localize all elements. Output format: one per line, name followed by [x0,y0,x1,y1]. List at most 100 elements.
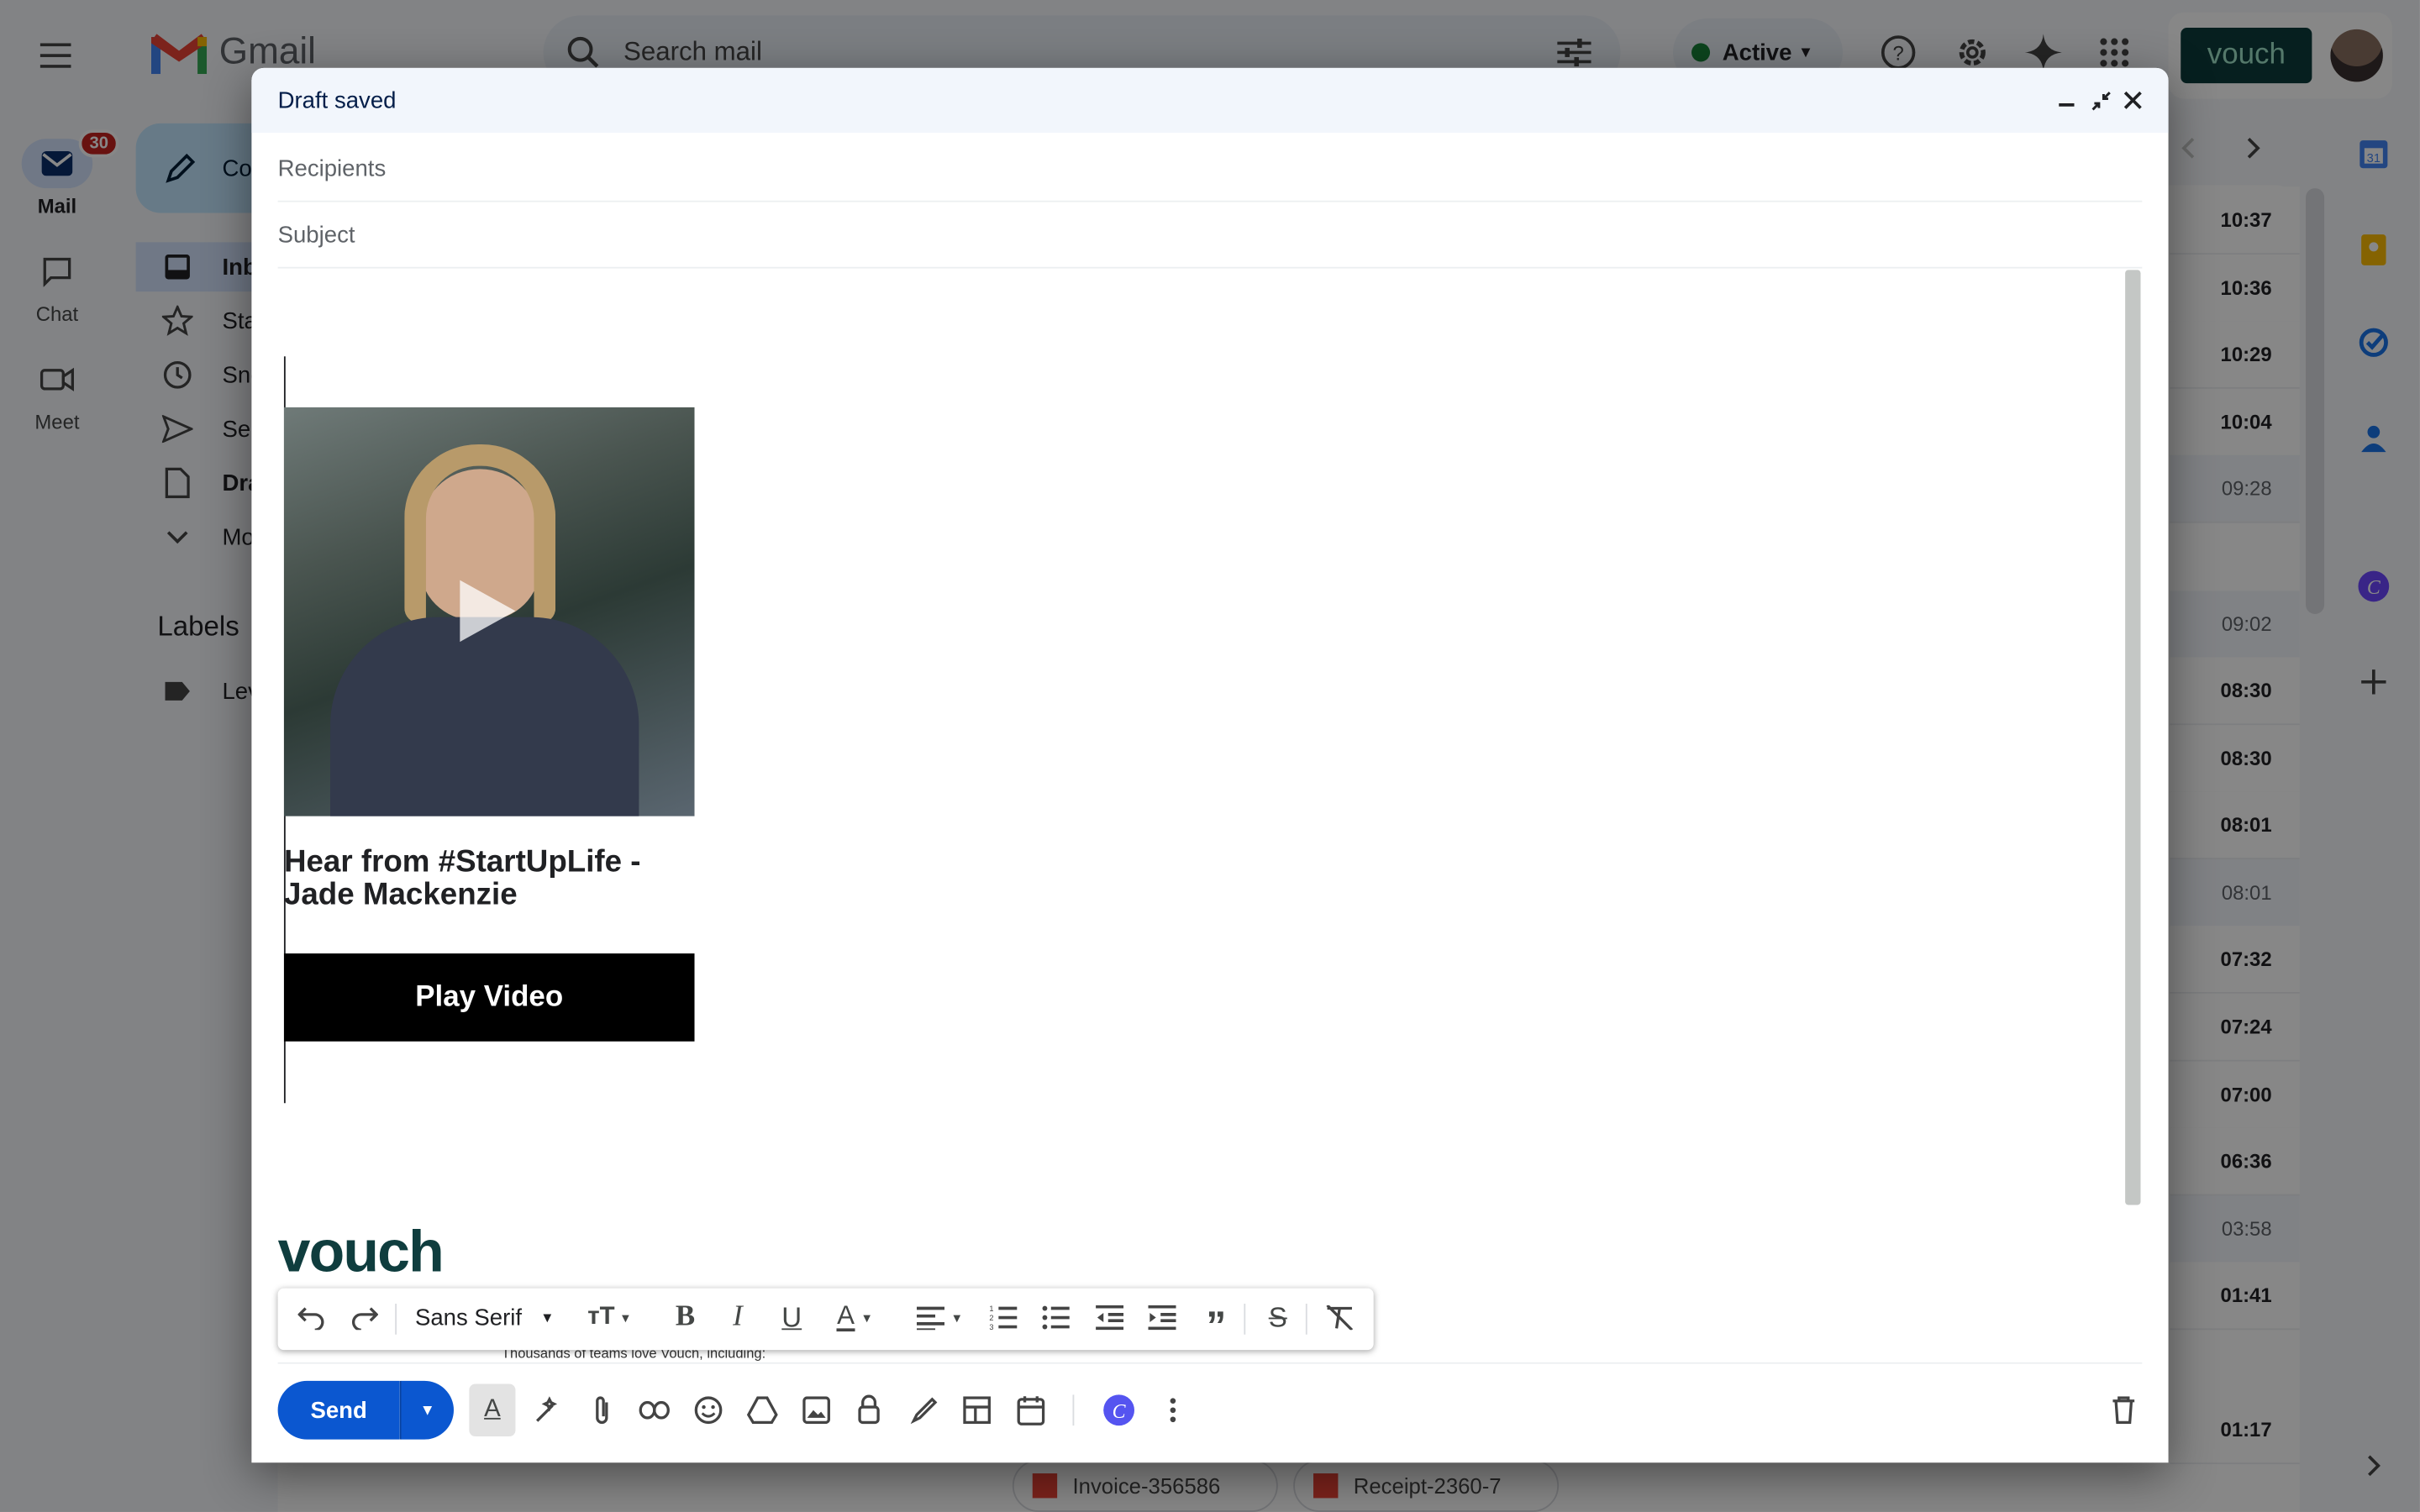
minimize-icon[interactable] [2051,85,2082,116]
expand-panel-icon[interactable] [2355,1447,2392,1484]
italic-icon[interactable]: I [719,1289,756,1347]
align-icon[interactable]: ▼ [911,1289,970,1347]
canva-addon-icon[interactable]: C [2349,562,2398,612]
video-thumbnail[interactable] [283,407,695,816]
add-addon-icon[interactable] [2349,657,2398,706]
dropdown-arrow-icon: ▼ [540,1310,555,1326]
undo-icon[interactable] [290,1289,333,1347]
remove-formatting-icon[interactable] [1321,1289,1358,1347]
email-time: 10:04 [2170,388,2300,456]
redo-icon[interactable] [343,1289,386,1347]
play-video-button[interactable]: Play Video [283,953,695,1042]
font-size-icon[interactable]: тT ▼ [577,1289,642,1347]
indent-more-icon[interactable] [1144,1289,1181,1347]
account-org-logo: vouch [2181,28,2312,84]
formatting-options-icon[interactable]: A [469,1383,516,1436]
toolbar-separator [1244,1304,1246,1335]
email-time: 10:37 [2170,186,2300,255]
rail-item-meet[interactable]: Meet [0,354,114,433]
email-time: 08:01 [2170,791,2300,859]
strikethrough-icon[interactable]: S [1260,1289,1297,1347]
close-icon[interactable] [2118,85,2149,116]
keep-icon[interactable] [2349,225,2398,275]
search-options-icon[interactable] [1555,34,1592,71]
recipients-field[interactable]: Recipients [277,137,2143,202]
portrait-sweater [330,617,639,816]
send-button[interactable]: Send [277,1380,400,1440]
compose-title: Draft saved [277,87,397,113]
contacts-icon[interactable] [2349,413,2398,463]
labels-heading: Labels [157,611,239,643]
svg-text:2: 2 [989,1314,993,1322]
compose-window: Draft saved Recipients Subject Hear from… [251,67,2169,1463]
rail-item-mail[interactable]: 30 Mail [0,129,119,218]
signature-icon[interactable] [902,1384,948,1436]
sidebar-item-label: Mo [222,523,255,550]
bulleted-list-icon[interactable] [1037,1289,1074,1347]
toolbar-separator [1072,1394,1075,1426]
exit-fullscreen-icon[interactable] [2085,85,2116,116]
insert-photo-icon[interactable] [793,1384,839,1436]
emoji-icon[interactable] [685,1384,731,1436]
toolbar-separator [1305,1304,1307,1335]
confidential-mode-icon[interactable] [847,1384,893,1436]
attachment-name: Invoice-356586 [1072,1473,1221,1499]
search-input[interactable]: Search mail [623,37,762,68]
email-time: 07:24 [2170,993,2300,1061]
status-label: Active [1722,39,1792,66]
attach-file-icon[interactable] [579,1384,625,1436]
schedule-send-dropdown-icon[interactable]: ▼ [399,1380,454,1440]
calendar-icon[interactable]: 31 [2349,129,2398,179]
bold-icon[interactable]: B [666,1289,703,1347]
quote-icon[interactable]: ” [1197,1289,1234,1347]
insert-link-icon[interactable] [631,1384,677,1436]
numbered-list-icon[interactable]: 123 [985,1289,1022,1347]
email-time: 01:17 [2170,1396,2300,1464]
email-time: 08:01 [2170,859,2300,927]
tasks-icon[interactable] [2349,318,2398,367]
canva-icon[interactable]: C [1096,1384,1142,1436]
email-time: 07:00 [2170,1061,2300,1129]
underline-icon[interactable]: U [773,1289,810,1347]
discard-draft-icon[interactable] [2101,1384,2147,1436]
main-menu-icon[interactable] [28,28,83,83]
draft-icon [157,467,197,499]
rail-item-chat[interactable]: Chat [0,247,114,326]
attachment-chip[interactable]: Receipt-2360-7 [1293,1459,1560,1512]
list-scrollbar[interactable] [2306,188,2325,615]
account-switcher[interactable]: vouch [2168,12,2392,99]
mail-icon: 30 [21,129,119,189]
play-icon [460,580,516,643]
schedule-meeting-icon[interactable] [1007,1384,1054,1436]
text-color-icon[interactable]: A ▼ [827,1289,882,1347]
pdf-icon [1032,1473,1058,1499]
toolbar-separator [395,1304,397,1335]
gmail-app: Gmail Search mail Active ▼ ? vouch 30 Ma… [0,0,2420,1512]
send-button-group: Send ▼ [277,1380,454,1440]
attachment-name: Receipt-2360-7 [1353,1473,1502,1499]
compose-header[interactable]: Draft saved [251,67,2169,133]
email-time: 10:36 [2170,255,2300,322]
more-options-icon[interactable] [1150,1384,1196,1436]
message-body[interactable]: Hear from #StartUpLife - Jade Mackenzie … [278,270,2124,1365]
attachment-chip[interactable]: Invoice-356586 [1012,1459,1278,1512]
email-time: 10:29 [2170,321,2300,388]
font-family-select[interactable]: Sans Serif ▼ [404,1289,565,1347]
formatting-toolbar: Sans Serif ▼ тT ▼ B I U A ▼ ▼ 123 ” S [277,1288,1374,1351]
mail-unread-badge: 30 [78,129,119,158]
drive-icon[interactable] [739,1384,786,1436]
rail-label: Chat [35,302,79,326]
layouts-icon[interactable] [954,1384,1000,1436]
email-time: 08:30 [2170,657,2300,725]
email-time: 08:30 [2170,725,2300,793]
send-icon [157,415,197,444]
clock-icon [157,360,197,391]
subject-field[interactable]: Subject [277,203,2143,269]
svg-text:3: 3 [989,1323,993,1330]
next-page-icon[interactable] [2232,127,2275,170]
indent-less-icon[interactable] [1092,1289,1128,1347]
star-icon [157,305,197,337]
body-scrollbar[interactable] [2125,270,2141,1205]
prev-page-icon[interactable] [2167,127,2210,170]
magic-pen-icon[interactable] [524,1384,571,1436]
